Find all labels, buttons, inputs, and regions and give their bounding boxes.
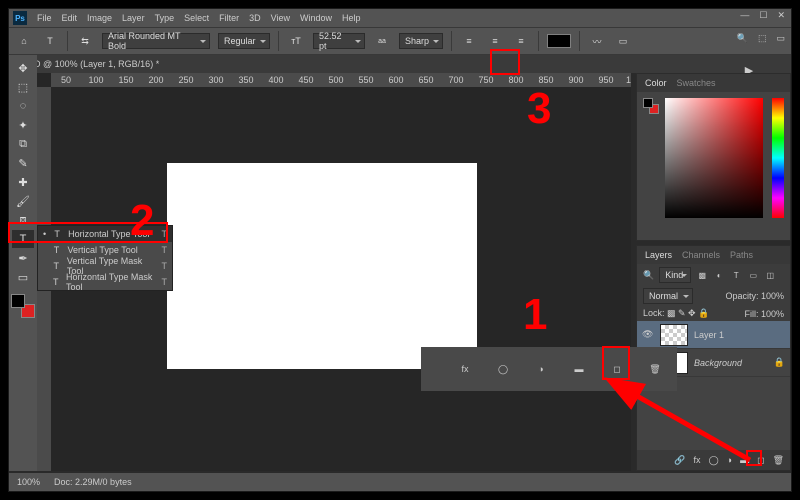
menu-view[interactable]: View — [271, 13, 290, 23]
callout-2: 2 — [130, 196, 154, 246]
menu-3d[interactable]: 3D — [249, 13, 261, 23]
app-logo: Ps — [13, 11, 27, 25]
color-picker-field[interactable] — [665, 98, 763, 218]
orientation-icon[interactable]: ⇆ — [76, 32, 94, 50]
type-mask-icon: T — [52, 277, 61, 287]
callout-1: 1 — [523, 290, 547, 340]
text-color-swatch[interactable] — [547, 34, 571, 48]
filter-shape-icon[interactable]: ▭ — [747, 269, 759, 281]
move-tool[interactable]: ✥ — [12, 59, 34, 77]
lock-icon: 🔒 — [774, 357, 785, 368]
lasso-tool[interactable]: ◌ — [12, 97, 34, 115]
crop-tool[interactable]: ⧉ — [12, 135, 34, 153]
tab-layers[interactable]: Layers — [645, 250, 672, 260]
flyout-horizontal-type-mask[interactable]: T Horizontal Type Mask ToolT — [38, 274, 172, 290]
filter-kind-dropdown[interactable]: Kind — [659, 267, 691, 283]
blend-mode-dropdown[interactable]: Normal — [643, 288, 693, 304]
menu-file[interactable]: File — [37, 13, 52, 23]
wand-tool[interactable]: ✦ — [12, 116, 34, 134]
pen-tool[interactable]: ✒ — [12, 249, 34, 267]
heal-tool[interactable]: ✚ — [12, 173, 34, 191]
home-icon[interactable]: ⌂ — [15, 32, 33, 50]
fg-color-chip[interactable] — [11, 294, 25, 308]
type-mask-icon: T — [52, 261, 61, 271]
close-icon[interactable]: ✕ — [777, 10, 785, 21]
filter-adjust-icon[interactable]: ◐ — [713, 269, 725, 281]
callout-arrow — [560, 376, 770, 476]
font-size-dropdown[interactable]: 52.52 pt — [313, 33, 365, 49]
align-left-icon[interactable]: ≡ — [460, 32, 478, 50]
callout-box-1a — [602, 346, 630, 380]
header-right: 🔍 ⬚ ▭ — [737, 33, 785, 44]
menu-help[interactable]: Help — [342, 13, 361, 23]
tool-preset-icon[interactable]: T — [41, 32, 59, 50]
window-controls: — ☐ ✕ — [740, 10, 785, 21]
options-bar: ⌂ T ⇆ Arial Rounded MT Bold Regular тT 5… — [9, 27, 791, 55]
layer-name: Background — [694, 358, 742, 368]
menu-layer[interactable]: Layer — [122, 13, 145, 23]
doc-tab-strip: 3D @ 100% (Layer 1, RGB/16) * — [9, 55, 791, 73]
menu-edit[interactable]: Edit — [62, 13, 78, 23]
color-panel: Color Swatches — [636, 73, 791, 241]
filter-icon[interactable]: 🔍 — [643, 270, 654, 281]
doc-size: Doc: 2.29M/0 bytes — [54, 477, 132, 487]
hue-strip[interactable] — [772, 98, 784, 218]
filter-smart-icon[interactable]: ◫ — [764, 269, 776, 281]
antialias-dropdown[interactable]: Sharp — [399, 33, 443, 49]
tab-channels[interactable]: Channels — [682, 250, 720, 260]
callout-3: 3 — [527, 84, 551, 134]
char-panel-icon[interactable]: ▭ — [614, 32, 632, 50]
document-canvas[interactable] — [167, 163, 477, 369]
mask-icon[interactable]: ◯ — [493, 359, 513, 379]
search-icon[interactable]: 🔍 — [737, 33, 748, 44]
layer-thumb[interactable] — [660, 324, 688, 346]
eyedropper-tool[interactable]: ✎ — [12, 154, 34, 172]
maximize-icon[interactable]: ☐ — [759, 10, 767, 21]
menu-window[interactable]: Window — [300, 13, 332, 23]
warp-text-icon[interactable]: 〰 — [588, 32, 606, 50]
eye-icon[interactable]: 👁 — [642, 329, 654, 340]
opacity-value[interactable]: 100% — [761, 291, 784, 301]
type-icon: T — [52, 245, 62, 255]
delete-icon[interactable]: 🗑 — [773, 455, 784, 466]
filter-pixel-icon[interactable]: ▩ — [696, 269, 708, 281]
shape-tool[interactable]: ▭ — [12, 268, 34, 286]
align-center-icon[interactable]: ≡ — [486, 32, 504, 50]
tab-swatches[interactable]: Swatches — [677, 78, 716, 88]
menu-image[interactable]: Image — [87, 13, 112, 23]
fill-value[interactable]: 100% — [761, 309, 784, 319]
menu-select[interactable]: Select — [184, 13, 209, 23]
aa-label: aa — [373, 32, 391, 50]
font-family-dropdown[interactable]: Arial Rounded MT Bold — [102, 33, 210, 49]
panel-color-chips[interactable] — [643, 98, 659, 114]
layer-name: Layer 1 — [694, 330, 724, 340]
fx-icon[interactable]: fx — [455, 359, 475, 379]
filter-type-icon[interactable]: T — [730, 269, 742, 281]
font-size-icon: тT — [287, 32, 305, 50]
share-icon[interactable]: ⬚ — [758, 33, 767, 44]
zoom-level[interactable]: 100% — [17, 477, 40, 487]
workspace-icon[interactable]: ▭ — [776, 33, 785, 44]
doc-tab[interactable]: 3D @ 100% (Layer 1, RGB/16) * — [29, 59, 159, 69]
layer-row[interactable]: 👁 Layer 1 — [637, 321, 790, 349]
menu-bar: Ps File Edit Image Layer Type Select Fil… — [9, 9, 791, 27]
minimize-icon[interactable]: — — [740, 10, 749, 21]
font-style-dropdown[interactable]: Regular — [218, 33, 270, 49]
adjustment-icon[interactable]: ◑ — [531, 359, 551, 379]
callout-box-3 — [490, 49, 520, 75]
marquee-tool[interactable]: ⬚ — [12, 78, 34, 96]
menu-type[interactable]: Type — [155, 13, 175, 23]
align-right-icon[interactable]: ≡ — [512, 32, 530, 50]
menu-filter[interactable]: Filter — [219, 13, 239, 23]
tab-color[interactable]: Color — [645, 78, 667, 88]
tools-panel: ✥ ⬚ ◌ ✦ ⧉ ✎ ✚ 🖌 ⧈ T ✒ ▭ — [9, 55, 37, 471]
tab-paths[interactable]: Paths — [730, 250, 753, 260]
brush-tool[interactable]: 🖌 — [12, 192, 34, 210]
color-chips[interactable] — [10, 293, 36, 319]
